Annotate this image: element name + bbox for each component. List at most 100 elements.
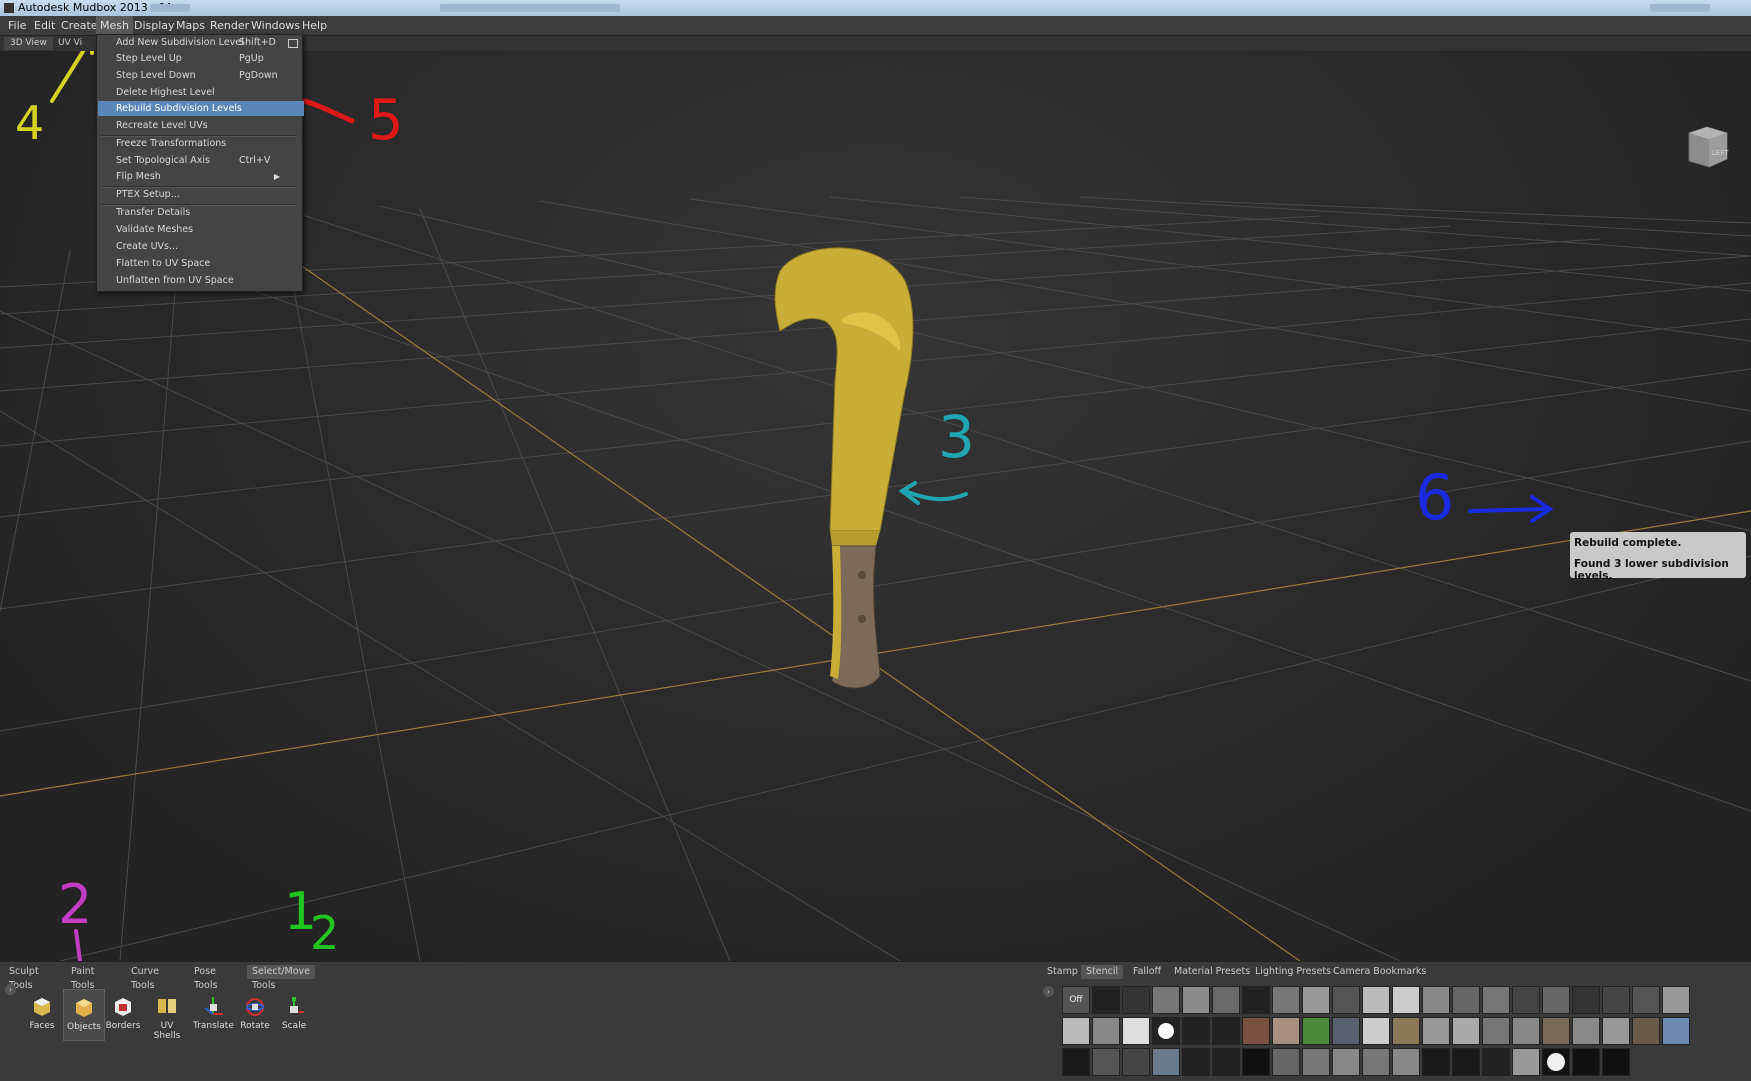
stencil-swatch[interactable]	[1422, 1048, 1450, 1076]
collapse-tray-icon[interactable]: ›	[5, 984, 16, 995]
stencil-swatch[interactable]	[1152, 1017, 1180, 1045]
menu-help[interactable]: Help	[298, 16, 331, 35]
stencil-swatch[interactable]	[1212, 1048, 1240, 1076]
stencil-swatch[interactable]	[1272, 1048, 1300, 1076]
stencil-off-button[interactable]: Off	[1062, 986, 1090, 1014]
tab-camera-bookmarks[interactable]: Camera Bookmarks	[1328, 965, 1431, 979]
stencil-swatch[interactable]	[1092, 986, 1120, 1014]
stencil-swatch[interactable]	[1122, 1017, 1150, 1045]
menu-item-step-level-up[interactable]: Step Level Up PgUp	[98, 51, 304, 66]
stencil-swatch[interactable]	[1362, 1048, 1390, 1076]
stencil-swatch[interactable]	[1362, 986, 1390, 1014]
menu-edit[interactable]: Edit	[30, 16, 59, 35]
menu-item-flip-mesh[interactable]: Flip Mesh ▶	[98, 169, 304, 184]
stencil-swatch[interactable]	[1242, 1048, 1270, 1076]
menu-file[interactable]: File	[4, 16, 30, 35]
stencil-swatch[interactable]	[1152, 1048, 1180, 1076]
stencil-swatch[interactable]	[1092, 1017, 1120, 1045]
stencil-swatch[interactable]	[1482, 986, 1510, 1014]
menu-item-step-level-down[interactable]: Step Level Down PgDown	[98, 68, 304, 83]
tool-borders[interactable]: Borders	[103, 989, 143, 1039]
tray-expand-icon[interactable]: ›	[1043, 986, 1054, 997]
stencil-swatch[interactable]	[1122, 986, 1150, 1014]
stencil-swatch[interactable]	[1392, 1017, 1420, 1045]
stencil-swatch[interactable]	[1332, 986, 1360, 1014]
stencil-swatch[interactable]	[1632, 986, 1660, 1014]
stencil-swatch[interactable]	[1422, 1017, 1450, 1045]
stencil-swatch[interactable]	[1362, 1017, 1390, 1045]
stencil-swatch[interactable]	[1182, 1048, 1210, 1076]
tool-uv-shells[interactable]: UV Shells	[147, 989, 187, 1041]
viewcube[interactable]: LEFT	[1683, 123, 1731, 171]
menu-item-unflatten-from-uv-space[interactable]: Unflatten from UV Space	[98, 273, 304, 288]
stencil-swatch[interactable]	[1272, 986, 1300, 1014]
stencil-swatch[interactable]	[1302, 986, 1330, 1014]
stencil-swatch[interactable]	[1542, 986, 1570, 1014]
stencil-swatch[interactable]	[1542, 1017, 1570, 1045]
tab-curve-tools[interactable]: Curve Tools	[126, 965, 164, 991]
menu-maps[interactable]: Maps	[172, 16, 209, 35]
stencil-swatch[interactable]	[1572, 986, 1600, 1014]
stencil-swatch[interactable]	[1542, 1048, 1570, 1076]
menu-item-flatten-to-uv-space[interactable]: Flatten to UV Space	[98, 256, 304, 271]
stencil-swatch[interactable]	[1452, 1017, 1480, 1045]
tab-stamp[interactable]: Stamp	[1042, 965, 1083, 979]
menu-item-rebuild-subdivision-levels[interactable]: Rebuild Subdivision Levels	[98, 101, 304, 116]
menu-item-recreate-level-uvs[interactable]: Recreate Level UVs	[98, 118, 304, 133]
menu-item-delete-highest-level[interactable]: Delete Highest Level	[98, 85, 304, 100]
stencil-swatch[interactable]	[1662, 986, 1690, 1014]
stencil-swatch[interactable]	[1092, 1048, 1120, 1076]
stencil-swatch[interactable]	[1632, 1017, 1660, 1045]
stencil-swatch[interactable]	[1662, 1017, 1690, 1045]
stencil-swatch[interactable]	[1452, 986, 1480, 1014]
stencil-swatch[interactable]	[1392, 1048, 1420, 1076]
stencil-swatch[interactable]	[1242, 986, 1270, 1014]
tab-pose-tools[interactable]: Pose Tools	[189, 965, 222, 991]
tab-stencil[interactable]: Stencil	[1081, 965, 1124, 979]
stencil-swatch[interactable]	[1572, 1017, 1600, 1045]
stencil-swatch[interactable]	[1242, 1017, 1270, 1045]
tab-paint-tools[interactable]: Paint Tools	[66, 965, 100, 991]
stencil-swatch[interactable]	[1182, 1017, 1210, 1045]
stencil-swatch[interactable]	[1512, 1048, 1540, 1076]
stencil-swatch[interactable]	[1152, 986, 1180, 1014]
stencil-swatch[interactable]	[1062, 1048, 1090, 1076]
menu-mesh[interactable]: Mesh	[96, 16, 133, 35]
stencil-swatch[interactable]	[1302, 1017, 1330, 1045]
stencil-swatch[interactable]	[1392, 986, 1420, 1014]
menu-windows[interactable]: Windows	[247, 16, 304, 35]
tool-rotate[interactable]: Rotate	[235, 989, 275, 1039]
stencil-swatch[interactable]	[1332, 1048, 1360, 1076]
menu-create[interactable]: Create	[57, 16, 102, 35]
tab-material-presets[interactable]: Material Presets	[1169, 965, 1255, 979]
menu-item-transfer-details[interactable]: Transfer Details	[98, 205, 304, 220]
menu-item-ptex-setup[interactable]: PTEX Setup...	[98, 187, 304, 202]
stencil-swatch[interactable]	[1572, 1048, 1600, 1076]
stencil-swatch[interactable]	[1332, 1017, 1360, 1045]
stencil-swatch[interactable]	[1302, 1048, 1330, 1076]
menu-item-validate-meshes[interactable]: Validate Meshes	[98, 222, 304, 237]
tab-sculpt-tools[interactable]: Sculpt Tools	[4, 965, 44, 991]
stencil-swatch[interactable]	[1062, 1017, 1090, 1045]
tool-objects[interactable]: Objects	[63, 989, 105, 1041]
menu-item-set-topological-axis[interactable]: Set Topological Axis Ctrl+V	[98, 153, 304, 168]
tab-falloff[interactable]: Falloff	[1128, 965, 1166, 979]
tab-3d-view[interactable]: 3D View	[4, 37, 53, 50]
stencil-swatch[interactable]	[1482, 1048, 1510, 1076]
stencil-swatch[interactable]	[1422, 986, 1450, 1014]
stencil-swatch[interactable]	[1602, 1017, 1630, 1045]
stencil-swatch[interactable]	[1602, 1048, 1630, 1076]
tool-translate[interactable]: Translate	[193, 989, 234, 1039]
stencil-swatch[interactable]	[1452, 1048, 1480, 1076]
tab-uv-view[interactable]: UV Vi	[52, 37, 88, 50]
stencil-swatch[interactable]	[1512, 986, 1540, 1014]
stencil-swatch[interactable]	[1602, 986, 1630, 1014]
tool-scale[interactable]: Scale	[274, 989, 314, 1039]
tab-select-move-tools[interactable]: Select/Move Tools	[247, 965, 315, 991]
menu-item-add-new-subdivision-level[interactable]: Add New Subdivision Level Shift+D	[98, 35, 304, 50]
stencil-swatch[interactable]	[1122, 1048, 1150, 1076]
menu-item-freeze-transformations[interactable]: Freeze Transformations	[98, 136, 304, 151]
stencil-swatch[interactable]	[1182, 986, 1210, 1014]
stencil-swatch[interactable]	[1482, 1017, 1510, 1045]
stencil-swatch[interactable]	[1212, 986, 1240, 1014]
